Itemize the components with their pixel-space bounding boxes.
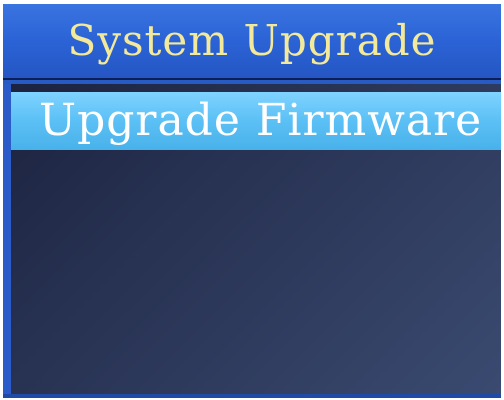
lcd-screen: System Upgrade Upgrade Firmware (3, 4, 501, 398)
menu-list: Upgrade Firmware (11, 84, 501, 394)
title-bar: System Upgrade (3, 4, 501, 80)
menu-item-upgrade-firmware[interactable]: Upgrade Firmware (11, 92, 501, 150)
device-frame: System Upgrade Upgrade Firmware (0, 0, 504, 400)
menu-item-label: Upgrade Firmware (39, 95, 483, 146)
left-rail (3, 84, 11, 394)
screen-title: System Upgrade (67, 16, 437, 65)
